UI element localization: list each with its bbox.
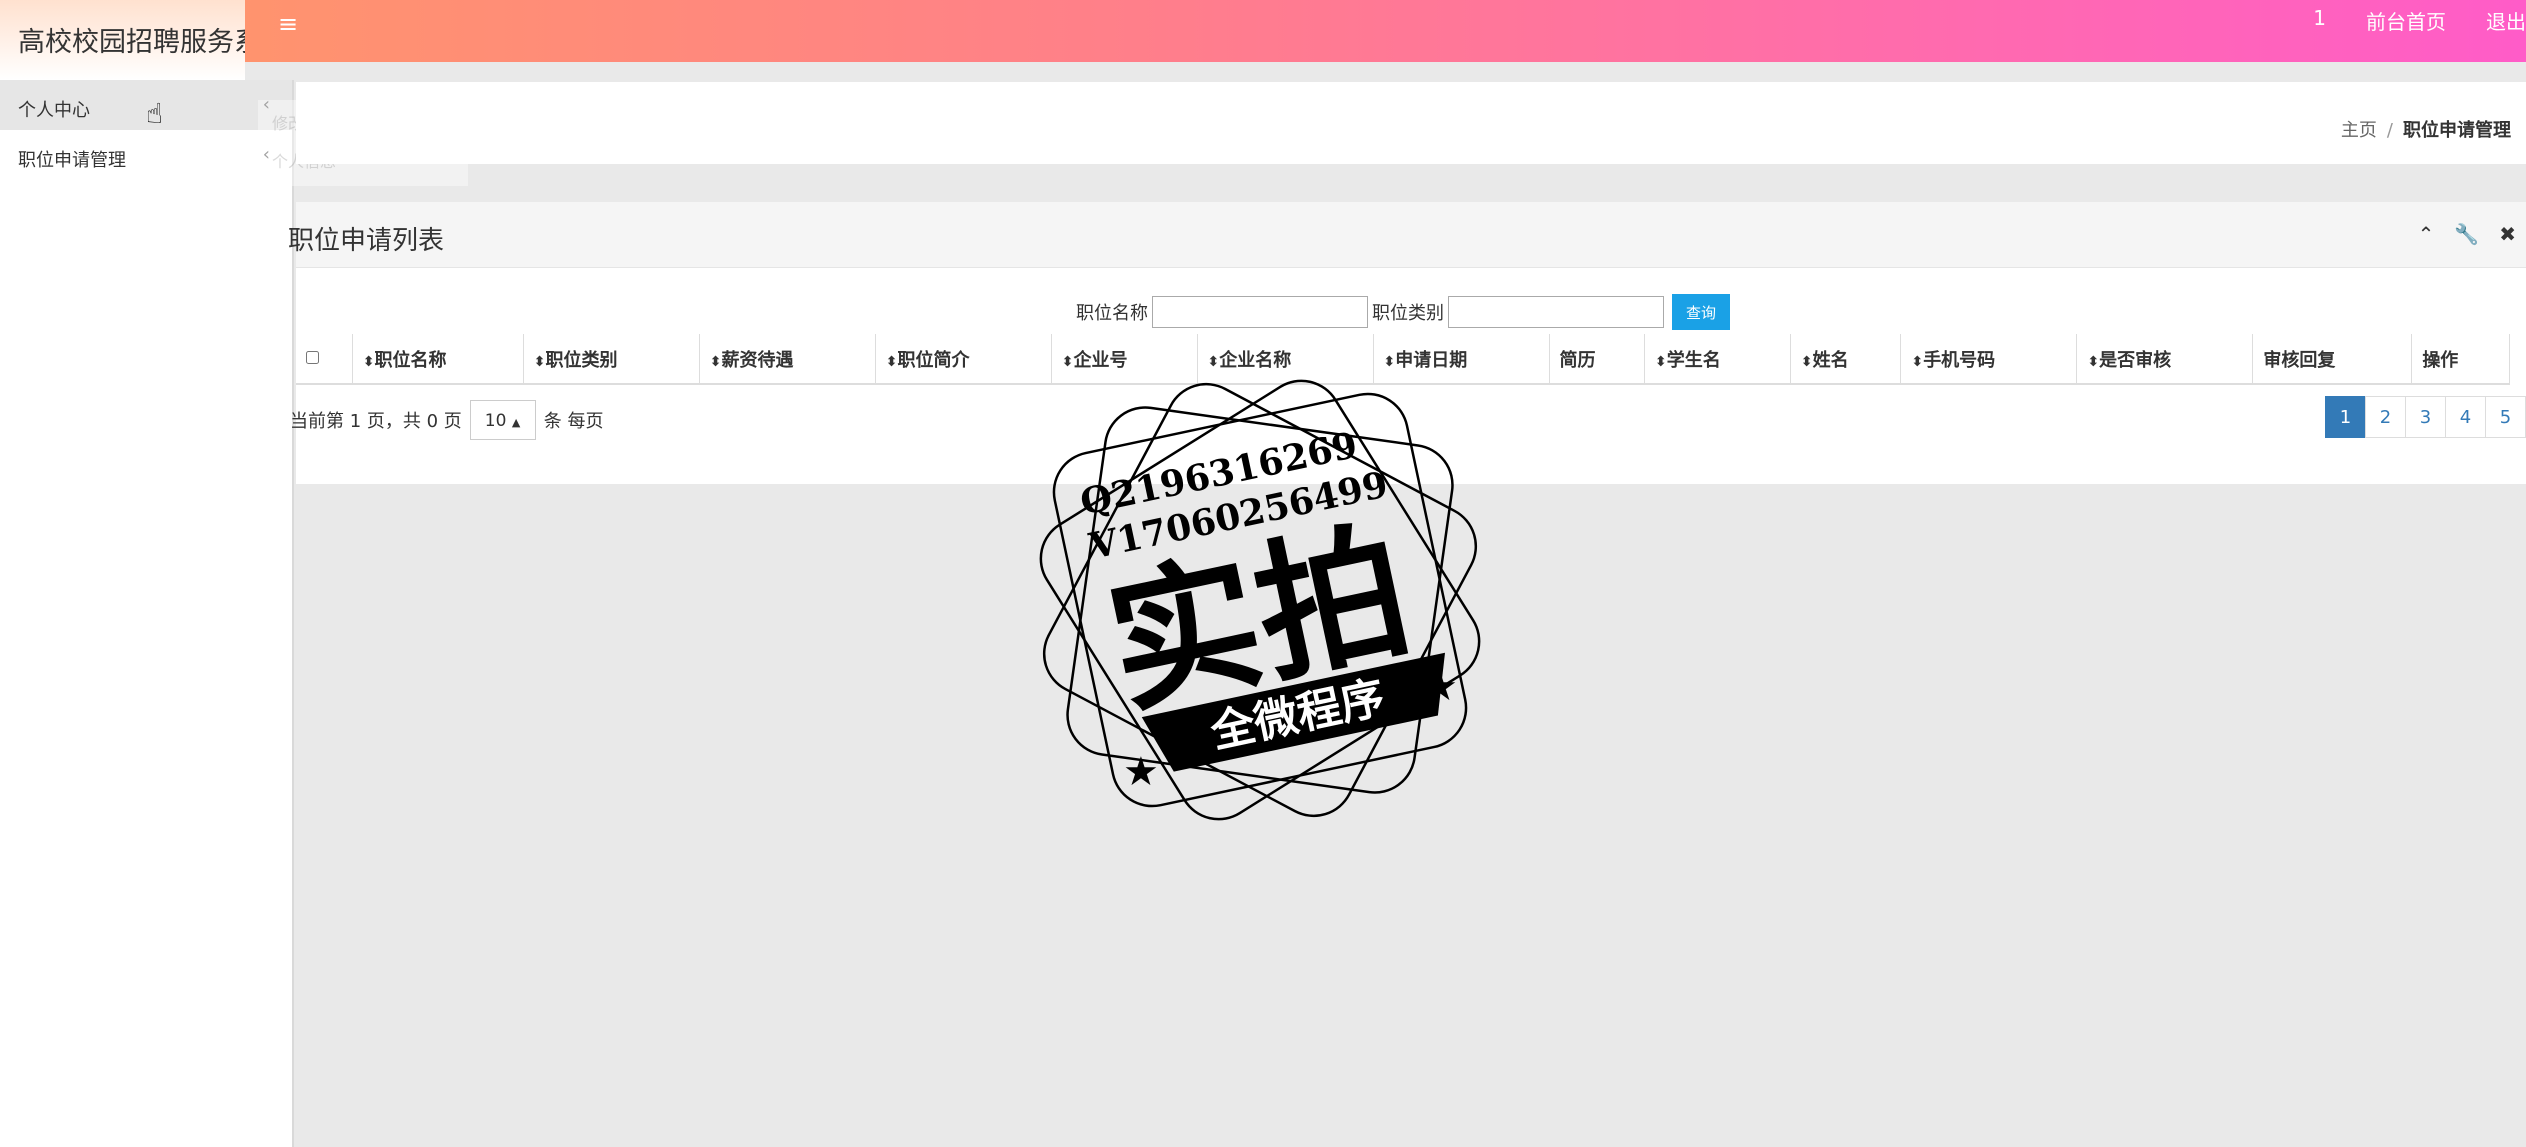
topbar-right-links: 1 前台首页 退出 [2313, 6, 2526, 35]
column-header-label: 简历 [1559, 349, 1596, 371]
sort-icon: ⬍ [1655, 353, 1667, 370]
panel-header: 职位申请列表 ⌃ 🔧 ✖ [288, 202, 2526, 268]
page-link[interactable]: 5 [2485, 396, 2526, 438]
column-header-label: 企业名称 [1219, 349, 1292, 371]
column-header[interactable]: ⬍是否审核 [2076, 334, 2254, 385]
breadcrumb: 主页 / 职位申请管理 [2341, 116, 2511, 142]
breadcrumb-current: 职位申请管理 [2403, 120, 2511, 141]
pagination: 12345 [2325, 396, 2526, 438]
select-all-header[interactable] [296, 334, 353, 385]
page-size-select[interactable]: 10 ▲ [469, 400, 536, 440]
column-header[interactable]: ⬍职位名称 [352, 334, 524, 385]
page-link[interactable]: 3 [2405, 396, 2446, 438]
page-size-value: 10 [484, 411, 507, 431]
top-navbar: ≡ 1 前台首页 退出 [0, 0, 2526, 62]
sort-icon: ⬍ [1383, 353, 1396, 370]
front-home-link[interactable]: 前台首页 [2366, 6, 2446, 35]
column-header-label: 审核回复 [2263, 349, 2336, 371]
breadcrumb-home[interactable]: 主页 [2341, 120, 2377, 141]
column-header[interactable]: ⬍职位简介 [875, 334, 1052, 385]
job-name-input[interactable] [1152, 296, 1368, 328]
sort-icon: ⬍ [1911, 353, 1924, 370]
column-header-label: 学生名 [1666, 349, 1721, 371]
page-link[interactable]: 4 [2445, 396, 2486, 438]
column-header: 审核回复 [2252, 334, 2413, 385]
sort-icon: ⬍ [362, 353, 375, 370]
sort-icon: ⬍ [2087, 353, 2100, 370]
sort-icon: ⬍ [1800, 353, 1813, 370]
column-header[interactable]: ⬍手机号码 [1900, 334, 2078, 385]
wrench-icon[interactable]: 🔧 [2454, 222, 2479, 246]
list-panel: 职位申请列表 ⌃ 🔧 ✖ 职位名称 职位类别 查询 ⬍职位名称 ⬍职位类别 ⬍薪资待… [288, 202, 2526, 484]
close-icon[interactable]: ✖ [2499, 222, 2516, 246]
column-header-label: 职位类别 [545, 349, 618, 371]
pager-info: 当前第 1 页，共 0 页 10 ▲ 条 每页 [290, 400, 604, 440]
column-header-label: 手机号码 [1923, 349, 1996, 371]
page-header: 主页 / 职位申请管理 [296, 82, 2526, 164]
panel-tools: ⌃ 🔧 ✖ [2418, 222, 2516, 246]
sort-icon: ⬍ [1207, 353, 1220, 370]
job-category-input[interactable] [1448, 296, 1664, 328]
star-icon: ★ [1422, 664, 1458, 710]
user-name[interactable]: 1 [2313, 6, 2326, 35]
column-header[interactable]: ⬍薪资待遇 [699, 334, 876, 385]
sort-icon: ⬍ [533, 353, 546, 370]
star-icon: ★ [1123, 749, 1159, 795]
column-header[interactable]: ⬍姓名 [1790, 334, 1902, 385]
sidebar-item-label: 职位申请管理 [18, 150, 126, 171]
watermark-banner [1141, 652, 1445, 772]
page-status-text: 当前第 1 页，共 0 页 [290, 411, 462, 432]
caret-up-icon: ▲ [511, 416, 521, 429]
breadcrumb-separator: / [2386, 120, 2393, 141]
page-link[interactable]: 1 [2325, 396, 2366, 438]
column-header-label: 职位名称 [374, 349, 447, 371]
select-all-checkbox[interactable] [306, 351, 319, 364]
application-table: ⬍职位名称 ⬍职位类别 ⬍薪资待遇 ⬍职位简介 ⬍企业号 ⬍企业名称 ⬍申请日期 简历 ⬍学生名… [296, 334, 2510, 385]
column-header[interactable]: ⬍职位类别 [523, 334, 700, 385]
search-label-job-name: 职位名称 [1076, 303, 1148, 324]
column-header-label: 薪资待遇 [721, 349, 794, 371]
panel-title: 职位申请列表 [288, 226, 445, 256]
column-header[interactable]: ⬍学生名 [1644, 334, 1791, 385]
watermark-big-text: 实拍 [1094, 503, 1424, 736]
column-header-label: 企业号 [1073, 349, 1128, 371]
column-header-label: 职位简介 [897, 349, 970, 371]
collapse-icon[interactable]: ⌃ [2418, 222, 2435, 246]
logout-link[interactable]: 退出 [2486, 6, 2526, 35]
column-header-label: 申请日期 [1395, 349, 1468, 371]
table-header-row: ⬍职位名称 ⬍职位类别 ⬍薪资待遇 ⬍职位简介 ⬍企业号 ⬍企业名称 ⬍申请日期 简历 ⬍学生名… [296, 334, 2510, 385]
column-header-label: 操作 [2422, 349, 2459, 371]
column-header[interactable]: ⬍企业名称 [1197, 334, 1374, 385]
column-header: 简历 [1549, 334, 1646, 385]
column-header: 操作 [2411, 334, 2510, 385]
sort-icon: ⬍ [885, 353, 898, 370]
search-label-job-category: 职位类别 [1372, 303, 1444, 324]
hand-cursor-icon: ☝ [146, 97, 164, 130]
watermark-banner-text: 全微程序 [1205, 672, 1389, 759]
sidebar-item-application-management[interactable]: 职位申请管理 ‹ [0, 130, 292, 180]
column-header-label: 是否审核 [2099, 349, 2172, 371]
hamburger-icon[interactable]: ≡ [278, 10, 298, 38]
sidebar: 个人中心 ‹ 职位申请管理 ‹ [0, 80, 294, 1147]
column-header-label: 姓名 [1812, 349, 1849, 371]
per-page-text: 条 每页 [543, 411, 604, 432]
app-title: 高校校园招聘服务系 [0, 0, 245, 80]
column-header[interactable]: ⬍申请日期 [1373, 334, 1550, 385]
column-header[interactable]: ⬍企业号 [1051, 334, 1198, 385]
page-link[interactable]: 2 [2365, 396, 2406, 438]
sidebar-item-label: 个人中心 [18, 100, 90, 121]
sort-icon: ⬍ [709, 353, 722, 370]
search-form: 职位名称 职位类别 查询 [1076, 294, 1730, 330]
sort-icon: ⬍ [1061, 353, 1074, 370]
query-button[interactable]: 查询 [1672, 294, 1730, 330]
